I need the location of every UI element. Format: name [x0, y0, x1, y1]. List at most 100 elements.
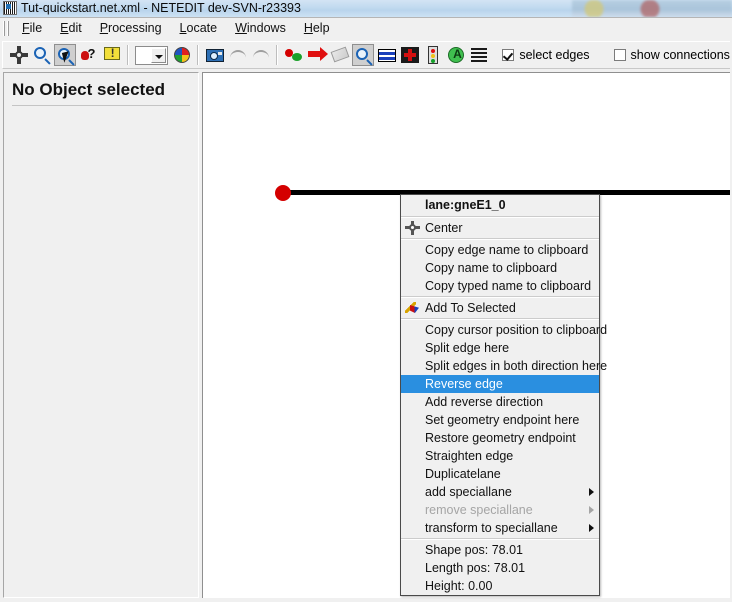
- context-menu-separator-4: [401, 318, 599, 320]
- context-item-reverse-edge[interactable]: Reverse edge: [401, 375, 599, 393]
- chevron-right-icon: [589, 488, 594, 496]
- chevron-right-icon-2: [589, 524, 594, 532]
- context-item-remove-speciallane: remove speciallane: [401, 501, 599, 519]
- checkbox-box-show-connections[interactable]: [613, 49, 626, 61]
- zoom-style-icon[interactable]: [31, 44, 52, 66]
- netedit-app-icon: [3, 1, 17, 15]
- menu-bar: File Edit Processing Locate Windows Help: [0, 18, 732, 39]
- toolbar-separator-1: [126, 45, 129, 65]
- chevron-down-icon[interactable]: [150, 47, 166, 63]
- traffic-light-mode-icon[interactable]: [422, 44, 443, 66]
- context-item-restore-geometry-endpoint-label: Restore geometry endpoint: [425, 431, 576, 445]
- context-item-add-speciallane-label: add speciallane: [425, 485, 512, 499]
- menu-edit[interactable]: Edit: [51, 19, 91, 38]
- move-mode-icon[interactable]: [306, 44, 329, 66]
- context-item-restore-geometry-endpoint[interactable]: Restore geometry endpoint: [401, 429, 599, 447]
- context-info-height: Height: 0.00: [401, 577, 599, 595]
- menu-file[interactable]: File: [13, 19, 51, 38]
- context-item-copy-name-label: Copy name to clipboard: [425, 261, 558, 275]
- context-item-add-to-selected-label: Add To Selected: [425, 301, 516, 315]
- edit-viewport-icon[interactable]: [101, 44, 122, 66]
- context-item-copy-typed-name-label: Copy typed name to clipboard: [425, 279, 592, 293]
- show-connections-label: show connections: [630, 48, 730, 62]
- context-item-center-label: Center: [425, 221, 463, 235]
- menu-locate[interactable]: Locate: [171, 19, 227, 38]
- menu-windows-label: indows: [246, 21, 286, 35]
- toolbar-separator-3: [276, 45, 279, 65]
- context-item-transform-to-speciallane-label: transform to speciallane: [425, 521, 558, 535]
- make-snapshot-icon[interactable]: [204, 44, 225, 66]
- desktop-backdrop: [572, 0, 732, 17]
- context-item-copy-typed-name[interactable]: Copy typed name to clipboard: [401, 277, 599, 295]
- toolbar-separator-2: [196, 45, 199, 65]
- lane-context-menu: lane:gneE1_0 Center Copy edge name to cl…: [400, 194, 607, 596]
- add-to-selected-icon: [405, 301, 420, 315]
- context-item-copy-name[interactable]: Copy name to clipboard: [401, 259, 599, 277]
- context-item-add-reverse-direction[interactable]: Add reverse direction: [401, 393, 599, 411]
- menu-locate-label: ocate: [186, 21, 218, 35]
- select-edges-label: select edges: [519, 48, 590, 62]
- menubar-grip[interactable]: [3, 21, 11, 36]
- context-item-add-reverse-direction-label: Add reverse direction: [425, 395, 544, 409]
- colorscheme-icon[interactable]: [171, 44, 192, 66]
- context-item-copy-edge-name[interactable]: Copy edge name to clipboard: [401, 241, 599, 259]
- additionals-mode-icon[interactable]: [445, 44, 466, 66]
- create-edge-mode-icon[interactable]: [283, 44, 304, 66]
- context-item-straighten-edge[interactable]: Straighten edge: [401, 447, 599, 465]
- chevron-right-icon-disabled: [589, 506, 594, 514]
- select-edges-checkbox[interactable]: select edges: [502, 48, 590, 62]
- context-info-shape-pos-label: Shape pos: 78.01: [425, 543, 523, 557]
- context-item-set-geometry-endpoint[interactable]: Set geometry endpoint here: [401, 411, 599, 429]
- context-item-split-edge-here[interactable]: Split edge here: [401, 339, 599, 357]
- menu-processing[interactable]: Processing: [91, 19, 171, 38]
- menu-help[interactable]: Help: [295, 19, 339, 38]
- select-mode-icon[interactable]: [376, 44, 397, 66]
- context-item-add-speciallane[interactable]: add speciallane: [401, 483, 599, 501]
- main-toolbar: select edges show connections: [2, 41, 730, 69]
- center-icon: [405, 221, 420, 235]
- context-info-height-label: Height: 0.00: [425, 579, 493, 593]
- menu-windows[interactable]: Windows: [226, 19, 295, 38]
- menu-file-label: ile: [29, 21, 43, 35]
- context-item-duplicate-lane-label: Duplicatelane: [425, 467, 501, 481]
- context-item-straighten-edge-label: Straighten edge: [425, 449, 514, 463]
- context-info-length-pos-label: Length pos: 78.01: [425, 561, 526, 575]
- context-item-transform-to-speciallane[interactable]: transform to speciallane: [401, 519, 599, 537]
- inspector-header: No Object selected: [12, 80, 190, 106]
- context-item-split-edges-both-directions[interactable]: Split edges in both direction here: [401, 357, 607, 375]
- context-item-split-edge-here-label: Split edge here: [425, 341, 510, 355]
- context-item-add-to-selected[interactable]: Add To Selected: [401, 299, 599, 317]
- delete-mode-icon[interactable]: [329, 44, 350, 66]
- show-tooltips-icon[interactable]: [78, 44, 99, 66]
- netedit-window: Tut-quickstart.net.xml - NETEDIT dev-SVN…: [0, 0, 732, 602]
- context-item-center[interactable]: Center: [401, 219, 599, 237]
- zoom-select-icon[interactable]: [54, 44, 76, 66]
- context-item-remove-speciallane-label: remove speciallane: [425, 503, 533, 517]
- context-menu-separator-5: [401, 538, 599, 540]
- window-title: Tut-quickstart.net.xml - NETEDIT dev-SVN…: [21, 1, 301, 15]
- context-item-set-geometry-endpoint-label: Set geometry endpoint here: [425, 413, 580, 427]
- crossing-mode-icon[interactable]: [468, 44, 489, 66]
- show-connections-checkbox[interactable]: show connections: [613, 48, 730, 62]
- menu-processing-label: rocessing: [108, 21, 162, 35]
- context-menu-separator-2: [401, 238, 599, 240]
- context-info-length-pos: Length pos: 78.01: [401, 559, 599, 577]
- context-info-shape-pos: Shape pos: 78.01: [401, 541, 599, 559]
- menu-edit-label: dit: [68, 21, 82, 35]
- junction-node[interactable]: [275, 185, 291, 201]
- context-menu-separator-1: [401, 216, 599, 218]
- view-select-combo[interactable]: [134, 45, 168, 65]
- context-item-duplicate-lane[interactable]: Duplicatelane: [401, 465, 599, 483]
- redo-icon[interactable]: [250, 44, 271, 66]
- undo-icon[interactable]: [227, 44, 248, 66]
- context-menu-separator-3: [401, 296, 599, 298]
- context-item-copy-cursor-position-label: Copy cursor position to clipboard: [425, 323, 608, 337]
- menu-help-label: elp: [312, 21, 330, 35]
- recenter-view-icon[interactable]: [8, 44, 29, 66]
- context-menu-title: lane:gneE1_0: [401, 195, 599, 215]
- checkbox-box-select-edges[interactable]: [502, 49, 515, 61]
- context-item-copy-cursor-position[interactable]: Copy cursor position to clipboard: [401, 321, 607, 339]
- context-item-split-edges-both-directions-label: Split edges in both direction here: [425, 359, 608, 373]
- connect-mode-icon[interactable]: [399, 44, 420, 66]
- inspect-mode-icon[interactable]: [352, 44, 374, 66]
